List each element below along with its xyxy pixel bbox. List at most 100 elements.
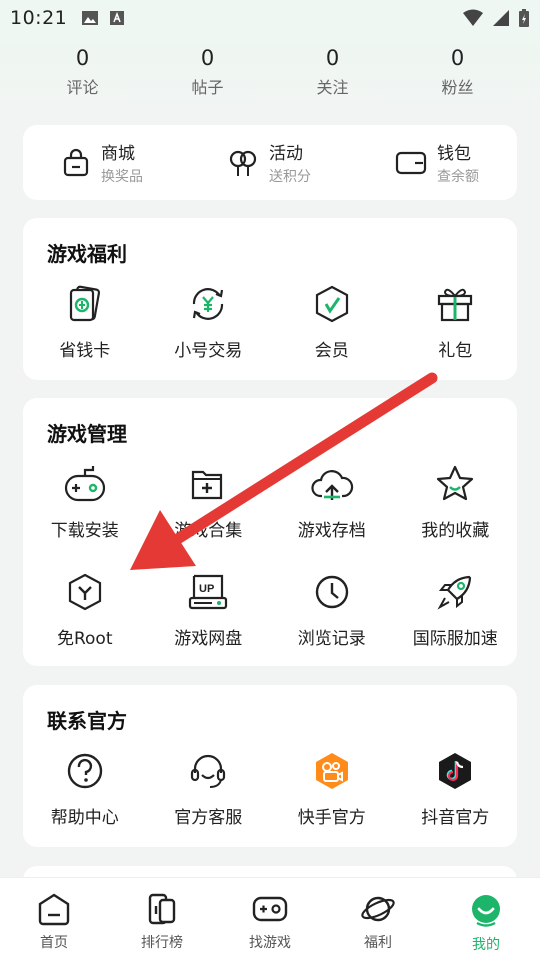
- contact-official-card: 联系官方 帮助中心 官方客服 快手官方 抖音官方: [23, 685, 517, 847]
- section-title: 游戏管理: [47, 422, 127, 446]
- section-title: 联系官方: [47, 709, 127, 733]
- manage-item-label: 国际服加速: [412, 629, 498, 649]
- welfare-item-money-card[interactable]: 省钱卡: [23, 282, 147, 361]
- quick-item-subtitle: 查余额: [437, 169, 479, 185]
- text-notification-icon: [110, 11, 125, 25]
- nav-welfare[interactable]: 福利: [324, 892, 432, 952]
- welfare-item-label: 礼包: [438, 341, 473, 361]
- welfare-item-gift[interactable]: 礼包: [394, 282, 518, 361]
- nav-label: 首页: [40, 935, 68, 951]
- manage-item-label: 我的收藏: [421, 521, 490, 541]
- gift-icon: [438, 288, 473, 322]
- douyin-icon: [439, 753, 472, 789]
- quick-item-wallet[interactable]: 钱包 查余额: [395, 139, 479, 186]
- headset-icon: [191, 754, 226, 788]
- home-icon: [38, 893, 70, 926]
- profile-icon: [472, 895, 500, 927]
- kuaishou-icon: [315, 753, 348, 789]
- svg-text:UP: UP: [199, 583, 214, 595]
- nav-label: 排行榜: [141, 935, 183, 951]
- stat-comments[interactable]: 0 评论: [38, 36, 128, 116]
- manage-item-label: 游戏存档: [297, 521, 366, 541]
- battery-icon: [519, 9, 529, 27]
- quick-item-title: 商城: [101, 144, 135, 164]
- manage-item-label: 游戏网盘: [174, 629, 243, 649]
- star-icon: [437, 465, 474, 501]
- up-drive-icon: UP: [189, 574, 228, 610]
- wallet-icon: [395, 151, 427, 174]
- profile-stats: 0 评论 0 帖子 0 关注 0 粉丝: [0, 36, 540, 116]
- welfare-item-vip[interactable]: 会员: [270, 282, 394, 361]
- stat-following[interactable]: 0 关注: [288, 36, 378, 116]
- vip-shield-icon: [315, 285, 348, 323]
- manage-item-label: 免Root: [56, 629, 113, 649]
- balloons-icon: [229, 150, 257, 176]
- manage-item-saves[interactable]: 游戏存档: [270, 462, 394, 541]
- manage-item-downloads[interactable]: 下载安装: [23, 462, 147, 541]
- nav-profile[interactable]: 我的: [432, 892, 540, 954]
- contact-item-help[interactable]: 帮助中心: [23, 749, 147, 828]
- contact-item-label: 官方客服: [174, 808, 243, 828]
- stat-label: 关注: [316, 78, 349, 97]
- manage-item-cloud-drive[interactable]: UP 游戏网盘: [147, 570, 271, 649]
- money-card-icon: [69, 285, 100, 322]
- manage-item-intl-accelerator[interactable]: 国际服加速: [394, 570, 518, 649]
- nav-label: 我的: [472, 937, 500, 953]
- contact-item-label: 帮助中心: [50, 808, 119, 828]
- find-game-icon: [252, 896, 288, 922]
- stat-value: 0: [450, 46, 465, 70]
- manage-item-collections[interactable]: 游戏合集: [147, 462, 271, 541]
- stat-followers[interactable]: 0 粉丝: [413, 36, 503, 116]
- stat-posts[interactable]: 0 帖子: [163, 36, 253, 116]
- welfare-item-label: 省钱卡: [59, 341, 111, 361]
- quick-item-subtitle: 换奖品: [101, 169, 143, 185]
- manage-item-favorites[interactable]: 我的收藏: [394, 462, 518, 541]
- shopping-bag-icon: [63, 148, 89, 176]
- welfare-item-label: 小号交易: [174, 341, 243, 361]
- bottom-nav: 首页 排行榜 找游戏 福利 我的: [0, 877, 540, 960]
- cloud-upload-icon: [311, 470, 353, 500]
- contact-item-label: 抖音官方: [421, 808, 490, 828]
- image-notification-icon: [82, 11, 99, 25]
- stat-label: 评论: [66, 78, 99, 97]
- nav-ranking[interactable]: 排行榜: [108, 892, 216, 952]
- contact-item-kuaishou[interactable]: 快手官方: [270, 749, 394, 828]
- quick-links-card: 商城 换奖品 活动 送积分 钱包 查余额: [23, 125, 517, 200]
- clock-icon: [315, 575, 348, 609]
- hexagon-y-icon: [68, 573, 101, 611]
- quick-item-title: 活动: [269, 144, 303, 164]
- folder-plus-icon: [192, 470, 223, 500]
- quick-item-subtitle: 送积分: [269, 169, 311, 185]
- game-management-card: 游戏管理 下载安装 游戏合集 游戏存档 我的收藏 免Root UP 游戏网盘 浏…: [23, 398, 517, 666]
- manage-item-label: 下载安装: [50, 521, 119, 541]
- stat-label: 帖子: [191, 78, 224, 97]
- game-welfare-card: 游戏福利 省钱卡 小号交易 会员 礼包: [23, 218, 517, 380]
- contact-item-label: 快手官方: [297, 808, 366, 828]
- planet-icon: [361, 896, 395, 922]
- ranking-icon: [148, 893, 176, 925]
- gamepad-icon: [64, 466, 105, 502]
- yuan-trade-icon: [193, 288, 224, 320]
- manage-item-label: 浏览记录: [297, 629, 366, 649]
- manage-item-no-root[interactable]: 免Root: [23, 570, 147, 649]
- stat-value: 0: [200, 46, 215, 70]
- nav-find-game[interactable]: 找游戏: [216, 892, 324, 952]
- contact-item-service[interactable]: 官方客服: [147, 749, 271, 828]
- welfare-item-label: 会员: [314, 341, 349, 361]
- quick-item-title: 钱包: [437, 144, 471, 164]
- signal-icon: [493, 10, 509, 26]
- quick-item-activity[interactable]: 活动 送积分: [227, 139, 311, 186]
- question-icon: [67, 753, 102, 789]
- manage-item-history[interactable]: 浏览记录: [270, 570, 394, 649]
- section-title: 游戏福利: [47, 242, 127, 266]
- welfare-item-account-trade[interactable]: 小号交易: [147, 282, 271, 361]
- stat-value: 0: [325, 46, 340, 70]
- contact-item-douyin[interactable]: 抖音官方: [394, 749, 518, 828]
- quick-item-mall[interactable]: 商城 换奖品: [61, 139, 143, 186]
- nav-label: 福利: [364, 935, 392, 951]
- rocket-icon: [437, 575, 472, 610]
- nav-label: 找游戏: [249, 935, 291, 951]
- stat-label: 粉丝: [441, 78, 474, 97]
- nav-home[interactable]: 首页: [0, 892, 108, 952]
- wifi-icon: [463, 9, 483, 26]
